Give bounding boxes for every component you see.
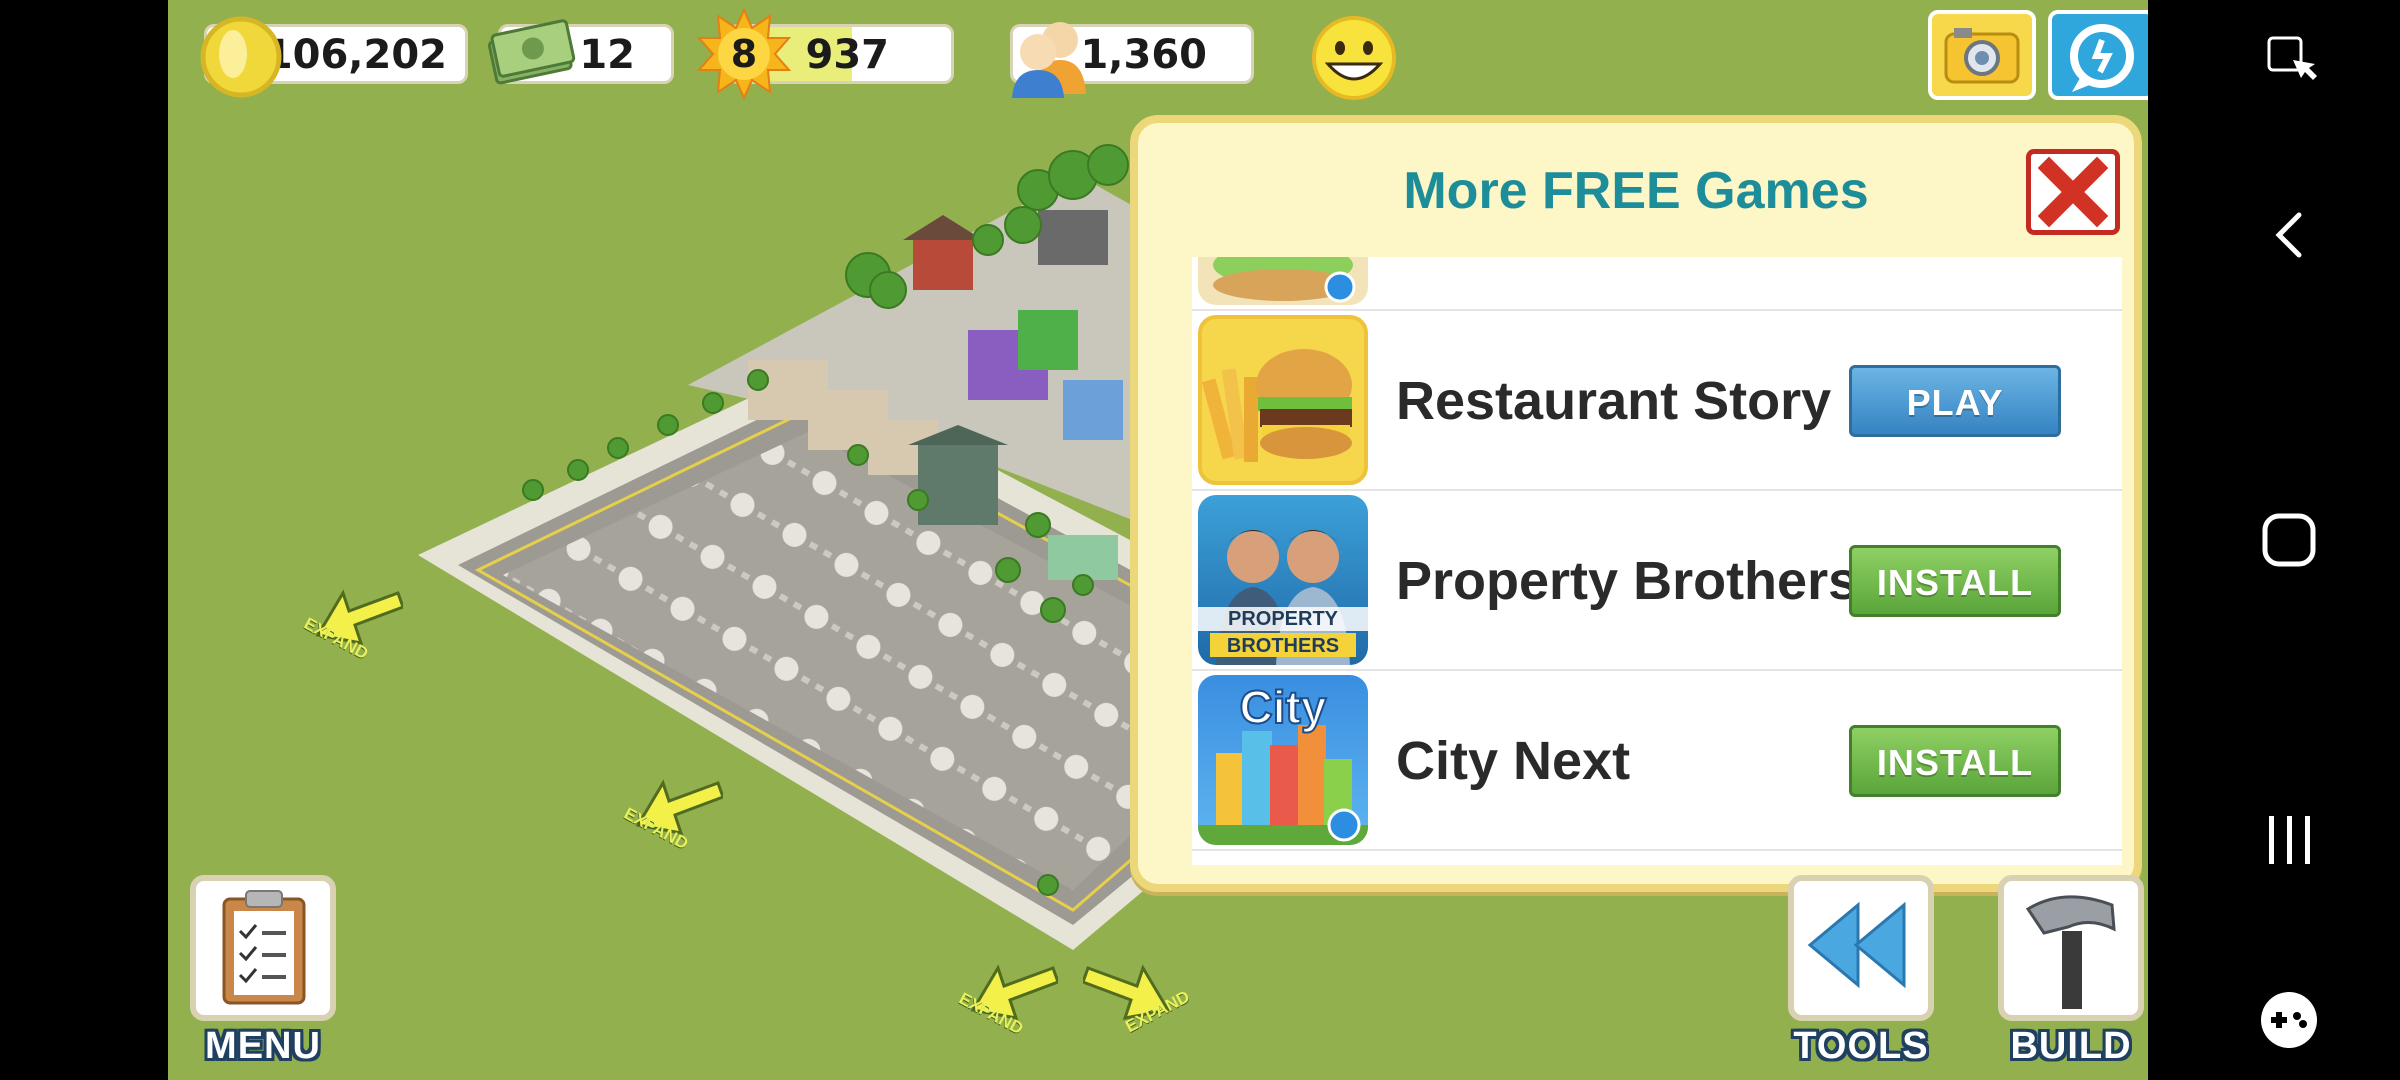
games-list[interactable]: Restaurant Story PLAY PROPERTY BROTHERS P… xyxy=(1192,257,2122,865)
more-free-games-dialog: More FREE Games Restaurant Story PLAY PR… xyxy=(1130,115,2142,892)
coin-icon xyxy=(198,14,284,104)
recents-icon xyxy=(2269,816,2310,864)
level-value: 8 xyxy=(730,32,758,76)
game-name: Property Brothers xyxy=(1396,551,1859,611)
back-button[interactable] xyxy=(2178,175,2400,295)
menu-label: MENU xyxy=(205,1025,321,1067)
list-item-restaurant-story[interactable]: Restaurant Story PLAY xyxy=(1192,311,2122,491)
burger-fries-icon xyxy=(1198,315,1368,485)
recents-button[interactable] xyxy=(2178,780,2400,900)
tools-label: TOOLS xyxy=(1793,1025,1929,1067)
system-navigation-bar xyxy=(2178,0,2400,1080)
city-skyline-icon: City xyxy=(1198,675,1368,845)
coins-value: 106,202 xyxy=(264,32,447,78)
list-item-property-brothers[interactable]: PROPERTY BROTHERS Property Brothers INSTA… xyxy=(1192,491,2122,671)
screen-lock-icon xyxy=(2267,36,2317,80)
game-icon xyxy=(1198,257,1368,305)
svg-text:PROPERTY: PROPERTY xyxy=(1228,608,1339,630)
home-button[interactable] xyxy=(2178,480,2400,600)
xp-value: 937 xyxy=(805,32,890,78)
close-icon xyxy=(2037,156,2109,228)
level-star-icon[interactable]: 8 xyxy=(696,6,792,102)
hammer-icon xyxy=(2025,895,2116,1009)
back-icon xyxy=(2275,212,2302,258)
list-item-city-next[interactable]: City City Next INSTALL xyxy=(1192,671,2122,851)
population-value: 1,360 xyxy=(1080,32,1207,78)
gamepad-icon xyxy=(2261,992,2317,1048)
camera-icon xyxy=(1944,28,2020,84)
screen-lock-button[interactable] xyxy=(2178,0,2400,120)
install-button[interactable]: INSTALL xyxy=(1849,545,2061,617)
game-tools-button[interactable] xyxy=(2178,960,2400,1080)
install-button[interactable]: INSTALL xyxy=(1849,725,2061,797)
camera-button[interactable] xyxy=(1928,10,2036,100)
expand-arrow-west[interactable]: EXPAND xyxy=(293,585,413,675)
happiness-smiley-icon[interactable] xyxy=(1310,14,1398,106)
svg-text:City: City xyxy=(1240,681,1327,733)
clipboard-icon xyxy=(222,890,306,1005)
cash-value: 12 xyxy=(579,32,635,78)
game-name: Restaurant Story xyxy=(1396,371,1832,431)
play-button[interactable]: PLAY xyxy=(1849,365,2061,437)
expand-arrow-southeast[interactable]: EXPAND xyxy=(1083,960,1203,1050)
social-share-button[interactable] xyxy=(2048,10,2148,100)
cash-icon xyxy=(486,18,576,94)
property-brothers-icon: PROPERTY BROTHERS xyxy=(1198,495,1368,665)
dialog-title: More FREE Games xyxy=(1403,162,1869,220)
close-button[interactable] xyxy=(2026,149,2120,235)
population-icon xyxy=(1004,12,1094,104)
build-label: BUILD xyxy=(2010,1025,2132,1067)
expand-arrow-south[interactable]: EXPAND xyxy=(948,960,1068,1050)
list-item-partial[interactable] xyxy=(1192,257,2122,311)
game-viewport[interactable]: EXPAND EXPAND EXPAND EXPAND 106,202 12 9… xyxy=(168,0,2148,1080)
share-icon xyxy=(2070,24,2134,92)
game-name: City Next xyxy=(1396,731,1631,791)
home-icon xyxy=(2262,513,2316,567)
svg-text:BROTHERS: BROTHERS xyxy=(1227,635,1339,657)
rewind-icon xyxy=(1807,901,1906,989)
expand-arrow-southwest[interactable]: EXPAND xyxy=(613,775,733,865)
